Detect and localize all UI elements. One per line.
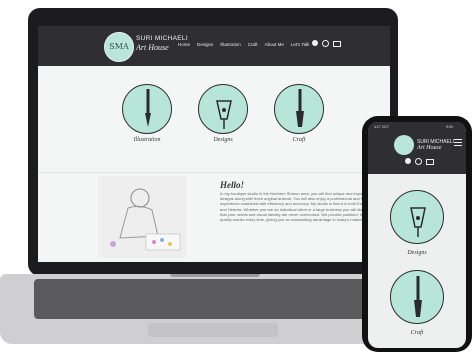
service-card-illustration[interactable]: Illustration <box>122 84 177 143</box>
nav-item-illustration[interactable]: Illustration <box>220 42 241 47</box>
paintbrush-icon <box>414 276 422 317</box>
phone-screen: 4:27 CDT 9:00 SURI MICHAELI Art House De… <box>368 122 466 348</box>
mail-icon[interactable] <box>426 159 434 165</box>
phone-social-icons <box>405 158 434 165</box>
trackpad <box>148 323 278 337</box>
designs-label: Designs <box>213 137 233 143</box>
craft-label: Craft <box>292 137 306 143</box>
site-header: SMA SURI MICHAELI Art House Home Designs… <box>38 26 390 66</box>
phone-header: 4:27 CDT 9:00 SURI MICHAELI Art House <box>368 122 466 174</box>
illustration-circle[interactable] <box>122 84 172 134</box>
about-body: In my boutique studio in the Northern Sh… <box>220 191 374 223</box>
logo[interactable]: SMA <box>104 32 134 62</box>
nav-item-lets-talk[interactable]: Let's Talk <box>291 42 310 47</box>
nav-item-craft[interactable]: Craft <box>248 42 258 47</box>
brand-name: SURI MICHAELI <box>136 35 188 42</box>
logo-text: SMA <box>109 42 129 51</box>
phone-card-craft[interactable] <box>390 270 444 324</box>
whatsapp-icon[interactable] <box>322 40 329 47</box>
nav-item-designs[interactable]: Designs <box>197 42 213 47</box>
phone-card-designs[interactable] <box>390 190 444 244</box>
nav-item-home[interactable]: Home <box>178 42 190 47</box>
fountain-pen-icon <box>410 207 426 237</box>
phone-craft-label: Craft <box>410 330 424 336</box>
nav-item-about-me[interactable]: About Me <box>265 42 284 47</box>
illustration-label: Illustration <box>133 137 161 143</box>
status-time: 4:27 CDT <box>374 125 389 129</box>
keyboard <box>34 279 394 319</box>
facebook-icon[interactable] <box>312 40 318 46</box>
laptop-screen: SMA SURI MICHAELI Art House Home Designs… <box>38 26 390 262</box>
fountain-pen-icon <box>216 100 232 129</box>
service-card-designs[interactable]: Designs <box>198 84 253 143</box>
artist-sketch-image <box>98 176 186 258</box>
craft-circle[interactable] <box>274 84 324 134</box>
service-card-craft[interactable]: Craft <box>274 84 329 143</box>
section-divider <box>38 172 390 173</box>
brand-subtitle: Art House <box>136 43 169 52</box>
pen-nib-icon <box>145 89 151 127</box>
phone-designs-label: Designs <box>407 250 427 256</box>
designs-circle[interactable] <box>198 84 248 134</box>
about-heading: Hello! <box>220 180 244 190</box>
mail-icon[interactable] <box>333 41 341 47</box>
phone-craft-circle[interactable] <box>390 270 444 324</box>
facebook-icon[interactable] <box>405 158 411 164</box>
laptop-hinge <box>170 274 260 277</box>
main-nav: Home Designs Illustration Craft About Me… <box>178 42 309 47</box>
whatsapp-icon[interactable] <box>415 158 422 165</box>
social-icons <box>312 40 341 47</box>
hamburger-menu-icon[interactable] <box>454 139 462 146</box>
status-right: 9:00 <box>446 125 453 129</box>
phone-logo[interactable] <box>394 135 414 155</box>
phone-brand-subtitle: Art House <box>417 145 442 151</box>
paintbrush-icon <box>296 89 304 127</box>
phone-designs-circle[interactable] <box>390 190 444 244</box>
